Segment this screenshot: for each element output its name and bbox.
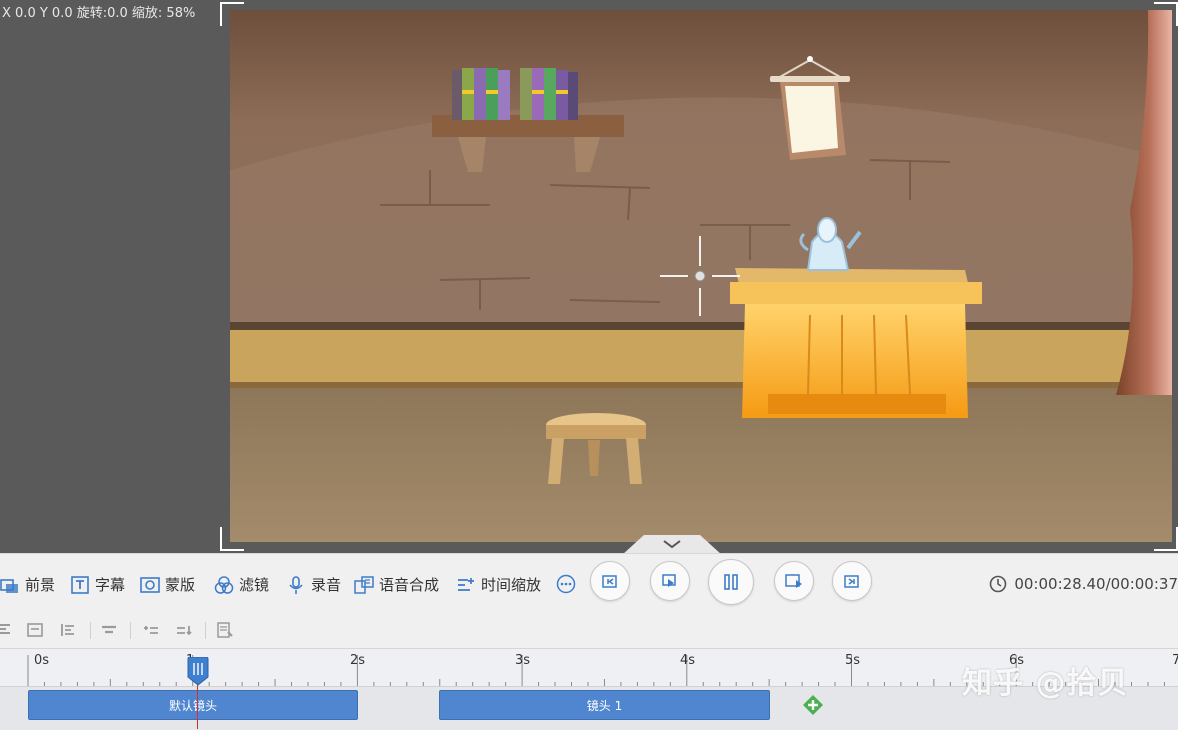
filter-label: 滤镜	[239, 576, 270, 594]
clip-shot-1[interactable]: 镜头 1	[439, 690, 770, 720]
record-audio-button[interactable]: 录音	[286, 574, 341, 595]
subtitle-icon	[71, 575, 89, 594]
scene-illustration	[230, 10, 1172, 542]
ruler-tick-label: 3s	[515, 653, 531, 668]
playhead-handle-icon	[187, 657, 209, 686]
play-from-start-button[interactable]	[650, 561, 690, 601]
foreground-button[interactable]: 前景	[0, 574, 55, 595]
foreground-label: 前景	[25, 576, 56, 594]
pause-button[interactable]	[708, 559, 754, 605]
next-frame-button[interactable]	[832, 561, 872, 601]
play-button[interactable]	[774, 561, 814, 601]
playhead[interactable]	[187, 657, 209, 729]
clip-label: 镜头 1	[586, 698, 623, 713]
more-button[interactable]	[556, 574, 576, 594]
align-left-icon[interactable]	[0, 622, 12, 638]
pause-icon	[724, 574, 738, 590]
microphone-icon	[289, 575, 303, 594]
ruler-tick-label: 5s	[845, 653, 861, 668]
prev-frame-icon	[602, 575, 617, 588]
timecode-display: 00:00:28.40/00:00:37	[989, 575, 1178, 593]
toolbar-separator	[130, 622, 131, 639]
subtitle-button[interactable]: 字幕	[70, 574, 125, 595]
ruler-tick-label: 4s	[680, 653, 696, 668]
align-center-icon[interactable]	[26, 622, 44, 638]
time-scale-label: 时间缩放	[481, 576, 542, 594]
mask-label: 蒙版	[165, 576, 196, 594]
filter-button[interactable]: 滤镜	[214, 574, 269, 595]
properties-icon[interactable]	[216, 622, 234, 638]
add-clip-icon[interactable]	[802, 694, 824, 716]
speech-synthesis-button[interactable]: 语音合成	[354, 574, 439, 595]
more-icon	[556, 574, 576, 594]
ruler-tick-label: 7	[1172, 653, 1178, 668]
timeline-toolbar	[0, 613, 1178, 648]
scene-preview[interactable]	[230, 10, 1172, 542]
prev-frame-button[interactable]	[590, 561, 630, 601]
timecode-text: 00:00:28.40/00:00:37	[1014, 575, 1178, 593]
time-scale-icon	[458, 577, 474, 591]
next-frame-icon	[844, 575, 859, 588]
speech-synthesis-icon	[354, 575, 374, 594]
mask-icon	[140, 576, 160, 593]
move-up-icon[interactable]	[142, 622, 160, 638]
toolbar-separator	[205, 622, 206, 639]
subtitle-label: 字幕	[95, 576, 126, 594]
watermark: 知乎 @拾贝	[962, 666, 1129, 701]
filter-icon	[214, 575, 234, 594]
transform-status-text: X 0.0 Y 0.0 旋转:0.0 缩放: 58%	[2, 6, 196, 21]
play-icon	[785, 574, 802, 588]
ruler-tick-label: 2s	[350, 653, 366, 668]
record-audio-label: 录音	[311, 576, 342, 594]
ruler-tick-label: 0s	[34, 653, 50, 668]
clock-icon	[990, 575, 1007, 593]
collapse-panel-button[interactable]	[622, 535, 722, 555]
toolbar-separator	[90, 622, 91, 639]
align-right-icon[interactable]	[60, 622, 78, 638]
mask-button[interactable]: 蒙版	[140, 574, 195, 595]
play-from-start-icon	[662, 574, 676, 587]
time-scale-button[interactable]: 时间缩放	[456, 574, 541, 595]
edit-toolbar: 前景 字幕 蒙版 滤镜 录音 语音合成 时间缩放 00:00:28.40/00:…	[0, 553, 1178, 614]
distribute-icon[interactable]	[100, 622, 118, 638]
move-down-icon[interactable]	[175, 622, 193, 638]
foreground-icon	[0, 578, 18, 593]
speech-synthesis-label: 语音合成	[379, 576, 440, 594]
